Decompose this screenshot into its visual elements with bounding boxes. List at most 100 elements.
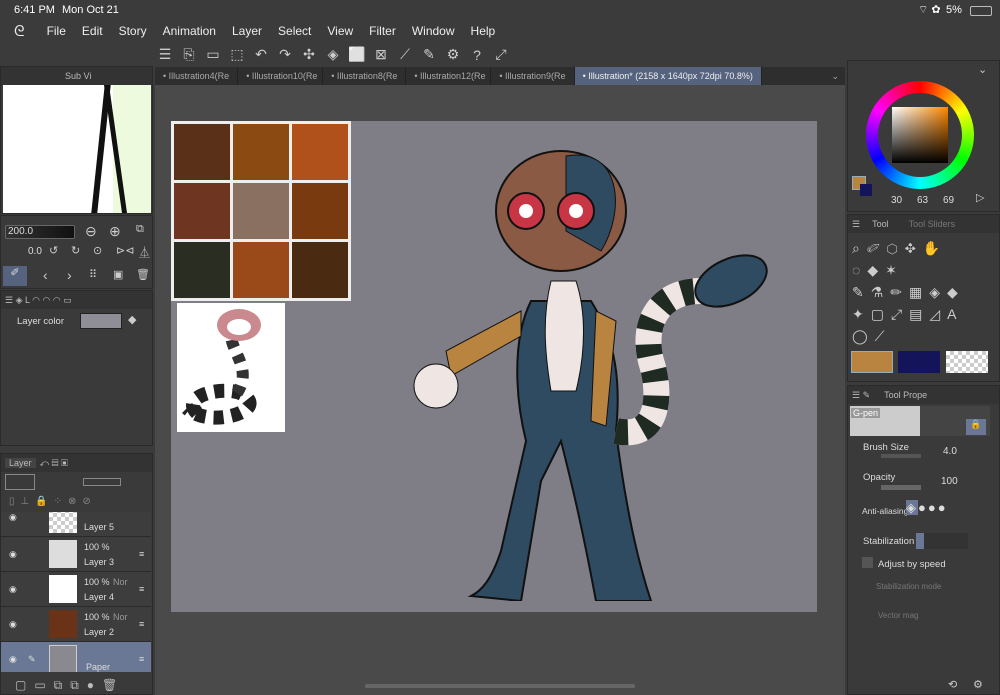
opacity-value[interactable]: 100: [941, 476, 958, 487]
layer-actions[interactable]: ▢▭⧉⧉●🗑: [15, 678, 125, 693]
menu-icon[interactable]: ☰: [155, 46, 175, 63]
color-wheel[interactable]: [866, 81, 974, 189]
flip-vertical-icon[interactable]: ⏅: [139, 244, 150, 260]
opacity-slider[interactable]: [83, 478, 121, 486]
menu-select[interactable]: Select: [270, 24, 319, 38]
menu-view[interactable]: View: [319, 24, 361, 38]
menu-help[interactable]: Help: [463, 24, 504, 38]
eye-icon[interactable]: ◉: [9, 549, 17, 560]
layer-color-swatch[interactable]: [80, 313, 122, 329]
document-tab[interactable]: • Illustration8(Re: [323, 67, 407, 85]
stabilization-slider[interactable]: [916, 533, 968, 549]
swatch-transparent[interactable]: [946, 351, 988, 373]
reset-rotation-icon[interactable]: ⊙: [93, 244, 102, 257]
menu-layer[interactable]: Layer: [224, 24, 270, 38]
flip-horizontal-icon[interactable]: ⊳⊲: [116, 244, 134, 257]
anti-aliasing-options[interactable]: ◈●●●: [906, 500, 976, 518]
opacity-slider[interactable]: [881, 485, 921, 490]
ruler-icon[interactable]: ⟋: [395, 46, 415, 63]
document-tab[interactable]: • Illustration10(Re: [238, 67, 324, 85]
blend-mode-select[interactable]: [5, 474, 35, 490]
collapse-icon[interactable]: ⌄: [978, 63, 987, 76]
layer-property-tab[interactable]: ☰ ◈ L ◠ ◠ ◠ ▭: [5, 295, 72, 306]
menu-edit[interactable]: Edit: [74, 24, 111, 38]
canvas[interactable]: [171, 121, 817, 612]
menu-filter[interactable]: Filter: [361, 24, 404, 38]
import-icon[interactable]: ▣: [113, 268, 123, 281]
document-tab[interactable]: • Illustration9(Re: [491, 67, 575, 85]
drag-handle-icon[interactable]: ≡: [139, 654, 144, 664]
eye-icon[interactable]: ◉: [9, 512, 17, 523]
next-icon[interactable]: ›: [67, 267, 72, 283]
saturation-value-square[interactable]: [892, 107, 948, 163]
drag-handle-icon[interactable]: ≡: [139, 549, 144, 559]
lock-icon[interactable]: 🔒: [966, 419, 986, 435]
layer-row[interactable]: ◉ Layer 5: [1, 512, 151, 537]
reset-icon[interactable]: ⟲: [948, 678, 957, 691]
open-icon[interactable]: ▭: [203, 46, 223, 63]
pen-icon: ✎: [28, 654, 36, 664]
document-tab[interactable]: • Illustration4(Re: [155, 67, 239, 85]
command-bar: ☰ ⎘ ▭ ⬚ ↶ ↷ ✣ ◈ ⬜ ⊠ ⟋ ✎ ⚙ ? ⤢: [155, 42, 845, 67]
document-tab[interactable]: • Illustration12(Re: [406, 67, 492, 85]
menu-file[interactable]: File: [39, 24, 74, 38]
chevron-down-icon[interactable]: ⌄: [831, 71, 845, 82]
deselect-icon[interactable]: ⊠: [371, 46, 391, 63]
sub-view-tab[interactable]: Sub Vi: [65, 71, 91, 81]
eyedropper-icon[interactable]: ✐: [3, 266, 27, 286]
zoom-out-icon[interactable]: ⊖: [85, 223, 97, 240]
fullscreen-icon[interactable]: ⤢: [491, 46, 511, 63]
play-icon[interactable]: ▷: [976, 191, 984, 204]
settings-icon[interactable]: ⚙: [443, 46, 463, 63]
layer-row-paper[interactable]: ◉ ✎ Paper ≡: [1, 642, 151, 672]
settings-icon[interactable]: ⚙: [973, 678, 983, 691]
adjust-by-speed-checkbox[interactable]: [862, 557, 873, 568]
eye-icon[interactable]: ◉: [9, 584, 17, 595]
tool-property-tab[interactable]: Tool Prope: [884, 390, 927, 400]
undo-icon[interactable]: ↶: [251, 46, 271, 63]
layer-row[interactable]: ◉ 100 % Nor Layer 4 ≡: [1, 572, 151, 607]
help-icon[interactable]: ?: [467, 47, 487, 63]
layer-lock-icons[interactable]: ▯⊥🔒⁘⊗⊘: [9, 496, 97, 507]
paint-bucket-icon[interactable]: ◆: [128, 313, 136, 326]
fit-icon[interactable]: ⧉: [136, 223, 144, 236]
redo-icon[interactable]: ↷: [275, 46, 295, 63]
layer-row[interactable]: ◉ 100 % Layer 3 ≡: [1, 537, 151, 572]
new-file-icon[interactable]: ⎘: [179, 46, 199, 63]
tool-tab[interactable]: Tool: [872, 219, 889, 229]
zoom-slider[interactable]: 200.0: [5, 225, 75, 239]
app-logo-icon[interactable]: ᘓ: [0, 23, 39, 40]
brush-size-slider[interactable]: [881, 454, 921, 458]
zoom-in-icon[interactable]: ⊕: [109, 223, 121, 240]
clear-icon[interactable]: ✣: [299, 46, 319, 63]
layer-tab[interactable]: Layer: [5, 458, 36, 468]
swatch-sub[interactable]: [898, 351, 940, 373]
trash-icon[interactable]: 🗑: [136, 268, 150, 281]
hue-value: 30: [891, 195, 903, 206]
horizontal-scrollbar[interactable]: [365, 684, 635, 688]
drag-handle-icon[interactable]: ≡: [139, 584, 144, 594]
menu-animation[interactable]: Animation: [155, 24, 224, 38]
document-tab-active[interactable]: • Illustration* (2158 x 1640px 72dpi 70.…: [574, 67, 762, 85]
tool-sliders-tab[interactable]: Tool Sliders: [909, 219, 956, 229]
swatch-main[interactable]: [851, 351, 893, 373]
fill-icon[interactable]: ◈: [323, 46, 343, 63]
layer-row[interactable]: ◉ 100 % Nor Layer 2 ≡: [1, 607, 151, 642]
sub-color-swatch[interactable]: [860, 184, 872, 196]
menu-story[interactable]: Story: [111, 24, 155, 38]
rotate-right-icon[interactable]: ↻: [71, 244, 80, 257]
save-icon[interactable]: ⬚: [227, 46, 247, 63]
menu-window[interactable]: Window: [404, 24, 463, 38]
grid-icon[interactable]: ⠿: [89, 268, 97, 281]
pen-icon[interactable]: ✎: [419, 46, 439, 63]
rotate-left-icon[interactable]: ↺: [49, 244, 58, 257]
prev-icon[interactable]: ‹: [43, 267, 48, 283]
layer-name: Layer 5: [84, 522, 115, 532]
drag-handle-icon[interactable]: ≡: [139, 619, 144, 629]
brush-size-value[interactable]: 4.0: [943, 446, 957, 457]
transform-icon[interactable]: ⬜: [347, 46, 367, 63]
character-drawing: [413, 150, 768, 601]
eye-icon[interactable]: ◉: [9, 654, 17, 665]
tool-grid[interactable]: ⌕✐⬡✥✋◌◆✶ ✎⚗✏▦◈◆ ✦▢⤢▤◿A ◯⟋: [852, 237, 997, 347]
eye-icon[interactable]: ◉: [9, 619, 17, 630]
